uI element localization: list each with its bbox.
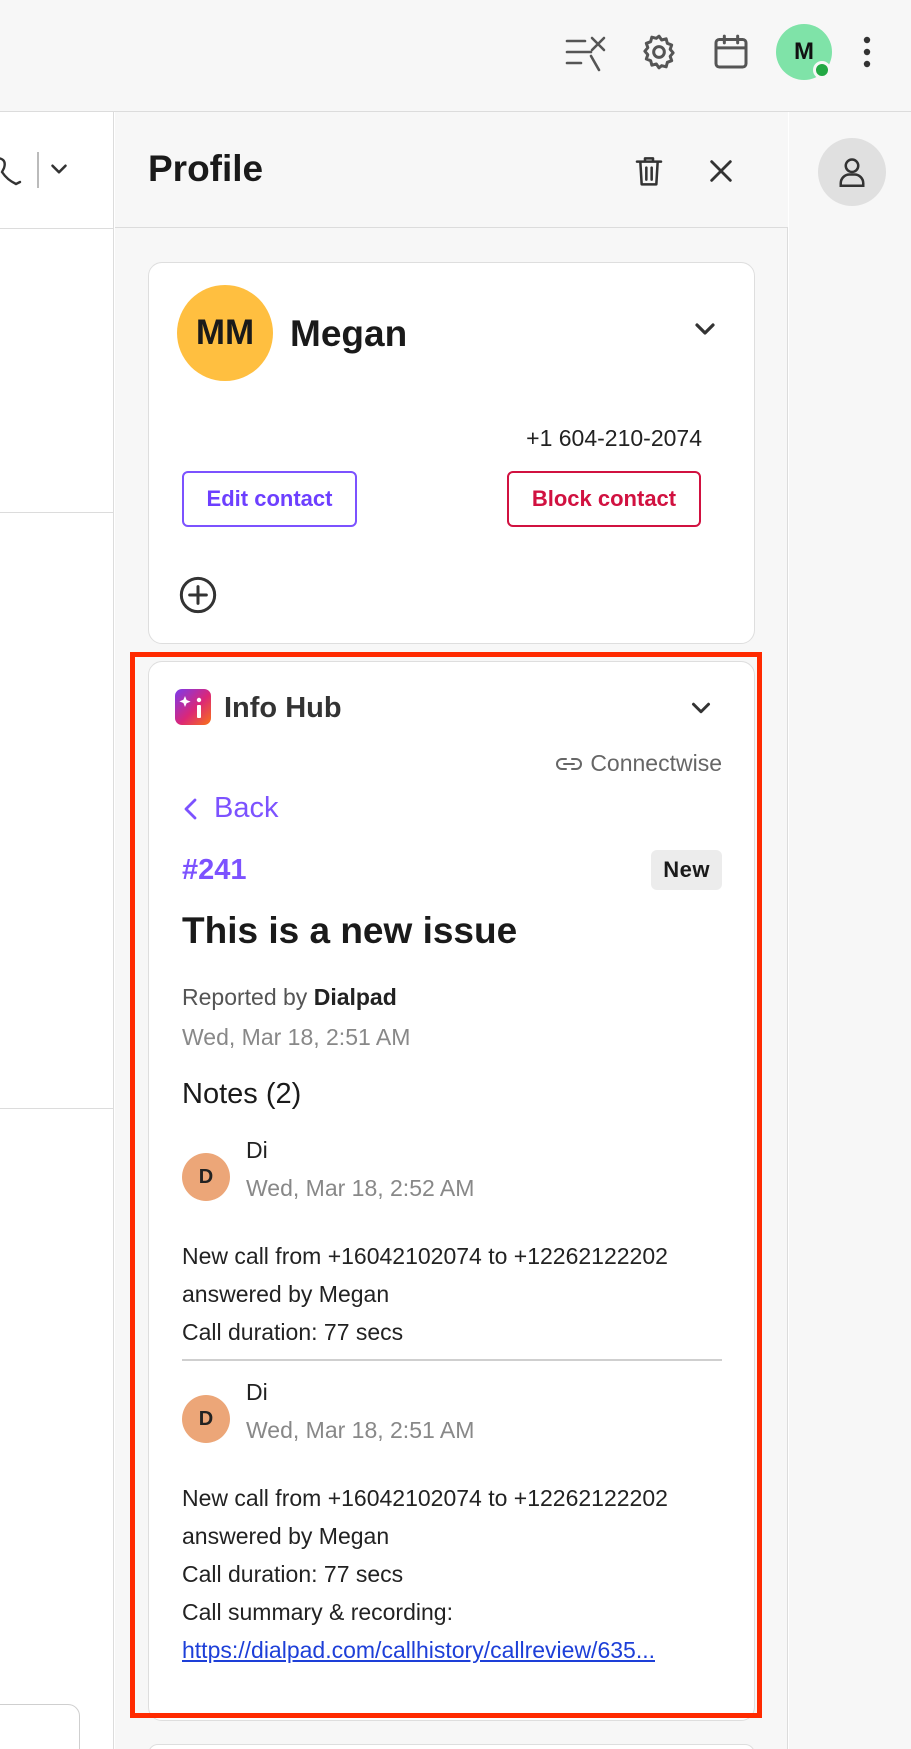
person-icon: [839, 158, 865, 187]
note-date: Wed, Mar 18, 2:52 AM: [246, 1175, 475, 1201]
note-author: Di: [246, 1379, 268, 1405]
note-line: New call from +16042102074 to +122621222…: [182, 1485, 668, 1511]
contact-phone: +1 604-210-2074: [526, 425, 702, 451]
note-line: Call duration: 77 secs: [182, 1319, 404, 1345]
back-button[interactable]: Back: [182, 792, 278, 825]
note-divider: [182, 1359, 722, 1361]
call-review-link[interactable]: https://dialpad.com/callhistory/callrevi…: [182, 1631, 717, 1669]
add-icon[interactable]: [176, 573, 220, 617]
note-line: answered by Megan: [182, 1281, 390, 1307]
edit-contact-button[interactable]: Edit contact: [182, 471, 357, 527]
info-hub-logo-icon: [175, 689, 211, 725]
chevron-left-icon: [184, 798, 197, 819]
phone-icon[interactable]: [0, 152, 26, 193]
delete-button[interactable]: [624, 146, 674, 196]
note-author: Di: [246, 1137, 268, 1163]
notes-heading: Notes (2): [182, 1078, 302, 1110]
message-composer-edge: [0, 1704, 80, 1749]
info-hub-card: Info Hub Connectwise Back #241 New This …: [148, 661, 755, 1721]
panel-header: Profile: [115, 112, 788, 228]
ticket-date: Wed, Mar 18, 2:51 AM: [182, 1024, 411, 1050]
note-avatar: D: [182, 1153, 230, 1201]
note-avatar: D: [182, 1395, 230, 1443]
chevron-down-icon[interactable]: [46, 156, 72, 187]
next-card-edge: [148, 1744, 755, 1749]
contact-avatar: MM: [177, 285, 273, 381]
page-title: Profile: [148, 148, 264, 189]
contact-name: Megan: [290, 313, 408, 354]
top-bar: M: [0, 0, 911, 112]
ticket-reporter: Reported by Dialpad: [182, 984, 397, 1011]
close-button[interactable]: [696, 146, 746, 196]
contact-card: MM Megan +1 604-210-2074 Edit contact Bl…: [148, 262, 755, 644]
trash-icon: [635, 157, 663, 186]
connection-off-icon[interactable]: [554, 20, 618, 84]
divider: [0, 1108, 113, 1109]
note-avatar-initial: D: [198, 1407, 214, 1430]
calendar-icon[interactable]: [699, 20, 763, 84]
link-icon: [556, 757, 583, 770]
reported-by: Dialpad: [313, 984, 397, 1010]
profile-toggle-button[interactable]: [818, 138, 886, 206]
note-date: Wed, Mar 18, 2:51 AM: [246, 1417, 475, 1443]
back-label: Back: [214, 792, 279, 824]
note-line: Call summary & recording:: [182, 1599, 453, 1625]
divider: [37, 152, 39, 188]
divider: [0, 512, 113, 513]
main-area-edge: [0, 112, 114, 1749]
info-hub-collapse-chevron-icon[interactable]: [679, 686, 723, 730]
note-body: New call from +16042102074 to +122621222…: [182, 1479, 727, 1669]
note-body: New call from +16042102074 to +122621222…: [182, 1237, 727, 1351]
info-hub-title: Info Hub: [224, 692, 342, 724]
close-icon: [710, 160, 732, 182]
ticket-id: #241: [182, 854, 247, 886]
info-hub-source-link[interactable]: Connectwise: [556, 750, 722, 777]
gear-icon[interactable]: [627, 20, 691, 84]
status-badge: New: [651, 850, 722, 890]
contact-initials: MM: [195, 313, 255, 352]
ticket-title: This is a new issue: [182, 910, 518, 951]
note-line: New call from +16042102074 to +122621222…: [182, 1243, 668, 1269]
contact-expand-chevron-icon[interactable]: [689, 313, 721, 350]
right-rail: [789, 112, 911, 1749]
profile-panel: Profile MM Megan +1 604-210-2074 Edit co…: [115, 112, 788, 1749]
note-line: answered by Megan: [182, 1523, 390, 1549]
note-line: Call duration: 77 secs: [182, 1561, 404, 1587]
presence-indicator: [813, 61, 831, 79]
block-contact-button[interactable]: Block contact: [507, 471, 701, 527]
reported-prefix: Reported by: [182, 984, 308, 1010]
note-avatar-initial: D: [198, 1165, 214, 1188]
user-avatar-initial: M: [794, 38, 814, 65]
divider: [0, 228, 113, 229]
more-vertical-icon[interactable]: [835, 20, 899, 84]
info-hub-source-label: Connectwise: [590, 750, 722, 776]
